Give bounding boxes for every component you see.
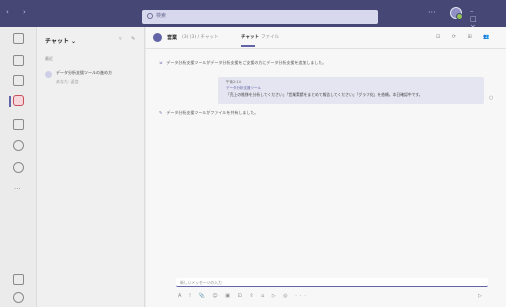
group-avatar xyxy=(153,33,162,42)
section-recent: 最近 xyxy=(45,56,53,61)
compose-placeholder: 新しいメッセージの入力 xyxy=(180,280,222,285)
avatar xyxy=(45,71,52,78)
message-author: データ分析支援ツール xyxy=(226,86,261,90)
teams-icon[interactable] xyxy=(13,55,24,66)
tab-chat[interactable]: チャット xyxy=(241,34,259,40)
chat-meta: (3) (3) / チャット xyxy=(182,35,219,40)
add-user-icon: ⇲ xyxy=(159,60,163,65)
system-message: ✎ データ分析支援ツールがファイルを共有しました。 xyxy=(159,110,258,116)
list-item[interactable]: データ分析支援ツールの進め方 あなた: 返信 xyxy=(43,67,141,87)
more-apps-icon[interactable]: ··· xyxy=(14,185,21,193)
nav-arrows[interactable]: ‹ › xyxy=(6,8,32,16)
active-tab-indicator xyxy=(241,45,255,47)
chat-item-name: データ分析支援ツールの進め方 xyxy=(56,70,112,75)
help-icon[interactable] xyxy=(13,292,24,303)
system-message-text: データ分析支援ツールがデータ分析支援をご支援の方にデータ分析支援を追加しました。 xyxy=(166,60,327,65)
chat-header: 営業 (3) (3) / チャット チャット ファイル ⊡ ⟳ ⊞ 👥 xyxy=(146,27,506,49)
search-placeholder: 検索 xyxy=(156,13,167,19)
system-message: ⇲ データ分析支援ツールがデータ分析支援をご支援の方にデータ分析支援を追加しました… xyxy=(159,60,326,66)
chat-list-actions[interactable]: ▿ ✎ xyxy=(119,36,139,42)
files-icon[interactable] xyxy=(13,119,24,130)
header-action-icons[interactable]: ⊡ ⟳ ⊞ 👥 xyxy=(436,34,495,40)
system-message-text: データ分析支援ツールがファイルを共有しました。 xyxy=(166,110,259,115)
chat-main: 営業 (3) (3) / チャット チャット ファイル ⊡ ⟳ ⊞ 👥 ⇲ データ… xyxy=(146,27,506,307)
tab-files[interactable]: ファイル xyxy=(261,34,279,40)
message-status-icon: ○ xyxy=(489,95,494,101)
message-bubble[interactable]: 午後2:14 データ分析支援ツール 「売上の推移を分析してください」「営業実績を… xyxy=(218,77,484,104)
calls-icon[interactable] xyxy=(13,140,24,151)
chat-title: 営業 xyxy=(167,35,178,41)
message-text: 「売上の推移を分析してください」「営業実績をまとめて報告してください」「グラフ化… xyxy=(226,92,423,97)
calendar-icon[interactable] xyxy=(13,75,24,86)
app-rail: ··· xyxy=(0,27,37,307)
profile-avatar[interactable] xyxy=(450,7,463,20)
apps-icon[interactable] xyxy=(13,274,24,285)
more-options-button[interactable]: ··· xyxy=(428,8,436,17)
chat-icon[interactable] xyxy=(9,95,24,107)
message-time: 午後2:14 xyxy=(226,80,241,84)
chat-list-panel: チャット ⌄ ▿ ✎ 最近 データ分析支援ツールの進め方 あなた: 返信 xyxy=(37,27,145,307)
pencil-icon: ✎ xyxy=(159,110,163,115)
activity-icon[interactable] xyxy=(13,33,24,44)
compose-toolbar[interactable]: A ! 📎 ☺ ▣ ⊡ ⇪ ⌂ ▷ ◎ ··· xyxy=(178,293,309,299)
send-button[interactable]: ▷ xyxy=(478,293,482,299)
chat-list-title[interactable]: チャット ⌄ xyxy=(45,36,76,45)
title-bar: ‹ › 検索 ··· – □ × xyxy=(0,0,506,31)
chat-item-preview: あなた: 返信 xyxy=(56,79,79,84)
message-compose-box[interactable]: 新しいメッセージの入力 xyxy=(176,278,488,287)
people-icon[interactable] xyxy=(13,162,24,173)
search-icon xyxy=(147,13,153,19)
search-input[interactable]: 検索 xyxy=(142,10,378,24)
